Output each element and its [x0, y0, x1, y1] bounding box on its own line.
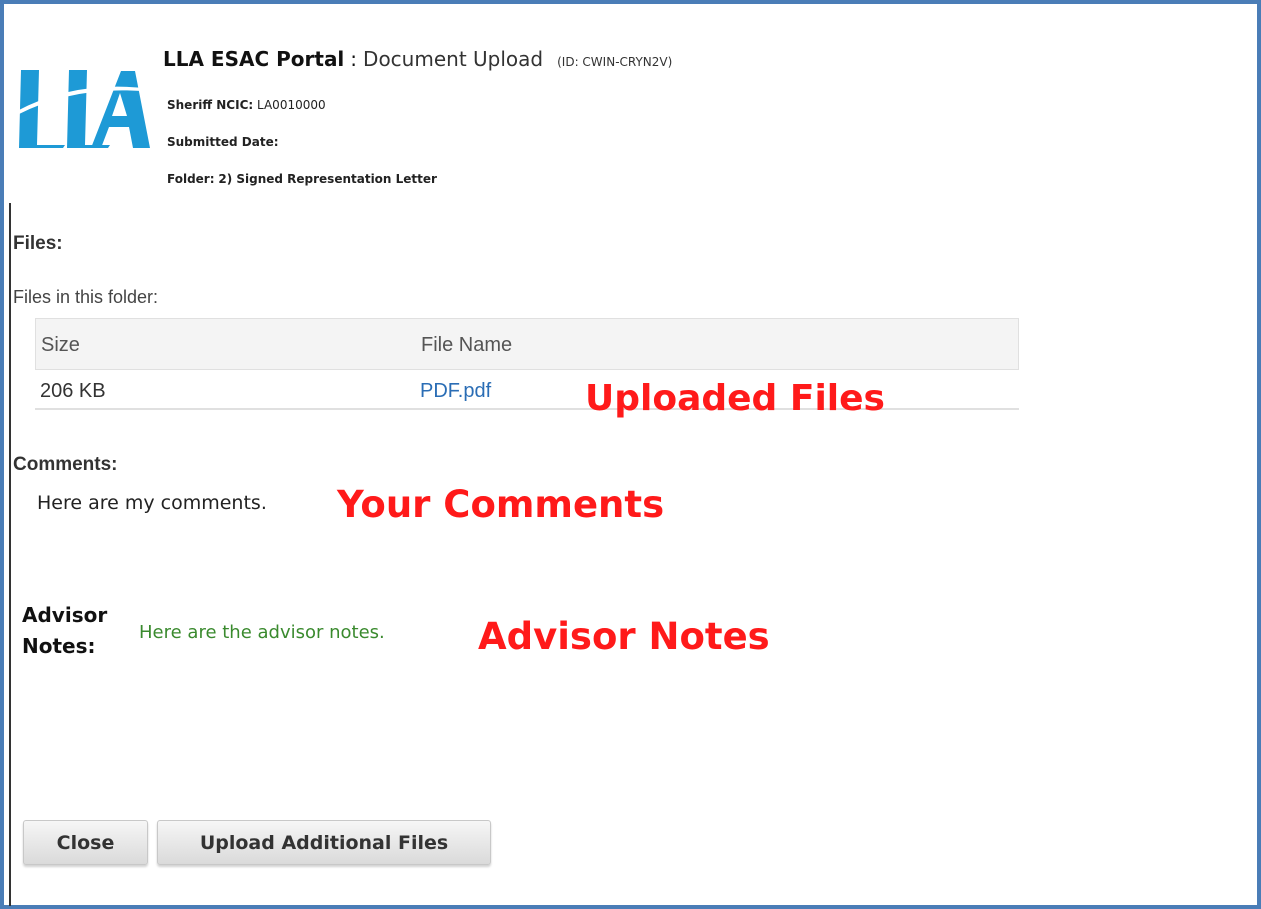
title-separator: : — [350, 47, 358, 71]
comments-text: Here are my comments. — [37, 492, 267, 514]
submitted-date: Submitted Date: — [167, 135, 279, 149]
sheriff-ncic-label: Sheriff NCIC: — [167, 98, 254, 112]
record-id: (ID: CWIN-CRYN2V) — [557, 55, 673, 69]
advisor-label-line2: Notes: — [22, 634, 96, 658]
lla-logo — [17, 70, 152, 148]
file-link[interactable]: PDF.pdf — [420, 380, 491, 403]
advisor-notes-label: Advisor Notes: — [22, 600, 107, 662]
files-table-header: Size File Name — [35, 318, 1019, 370]
advisor-notes-text: Here are the advisor notes. — [139, 622, 385, 643]
column-header-file-name[interactable]: File Name — [421, 334, 512, 357]
app-name: LLA ESAC Portal — [163, 47, 345, 71]
close-button[interactable]: Close — [23, 820, 148, 865]
folder-value: 2) Signed Representation Letter — [218, 172, 437, 186]
content-left-rule — [9, 203, 11, 906]
advisor-label-line1: Advisor — [22, 603, 108, 627]
files-section-label: Files: — [13, 233, 63, 254]
advisor-notes-annotation: Advisor Notes — [478, 615, 770, 658]
uploaded-files-annotation: Uploaded Files — [585, 378, 885, 419]
comments-section-label: Comments: — [13, 454, 118, 475]
sheriff-ncic-value: LA0010000 — [257, 98, 326, 112]
page-name: Document Upload — [363, 47, 544, 71]
your-comments-annotation: Your Comments — [337, 483, 665, 526]
sheriff-ncic: Sheriff NCIC: LA0010000 — [167, 98, 326, 112]
folder-info: Folder: 2) Signed Representation Letter — [167, 172, 437, 186]
submitted-date-label: Submitted Date: — [167, 135, 279, 149]
page-title: LLA ESAC Portal: Document Upload (ID: CWIN… — [163, 47, 672, 71]
upload-additional-files-button[interactable]: Upload Additional Files — [157, 820, 491, 865]
folder-label: Folder: — [167, 172, 215, 186]
files-subtitle: Files in this folder: — [13, 287, 159, 307]
column-header-size[interactable]: Size — [41, 334, 80, 357]
file-size: 206 KB — [40, 380, 106, 402]
